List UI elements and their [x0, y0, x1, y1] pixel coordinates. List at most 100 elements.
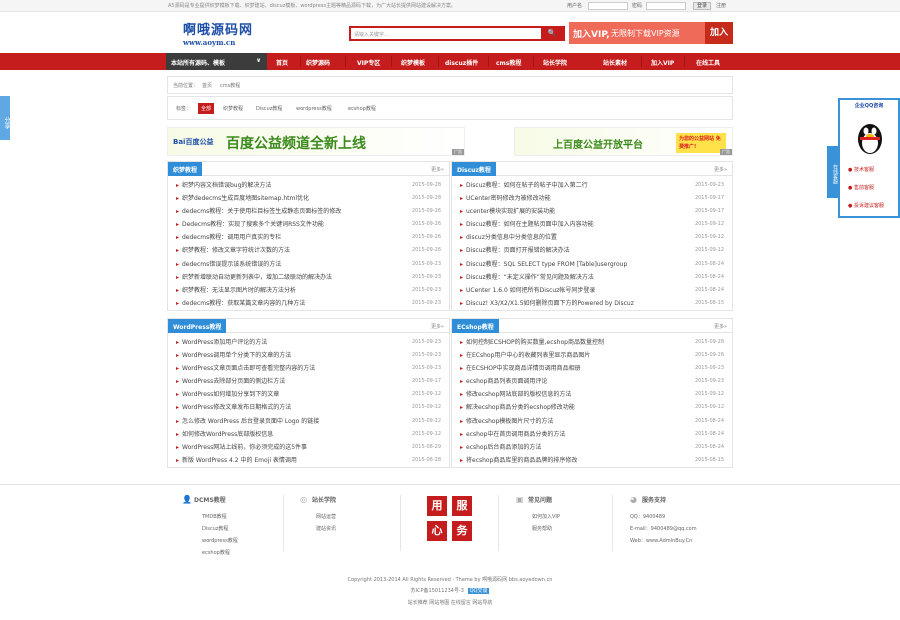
list-item[interactable]: ▸ WordPress添加用户评论的方法 2015-09-23: [176, 336, 441, 349]
article-title[interactable]: Discuz教程：如何在主题帖页面中加入内容功能: [466, 218, 594, 231]
footer-link[interactable]: ecshop教程: [202, 549, 230, 556]
site-logo[interactable]: 啊哦源码网 www.aoym.cn: [183, 19, 263, 47]
list-item[interactable]: ▸ 将ecshop商品库里的商品品牌的排序修改 2015-08-15: [460, 454, 724, 467]
box-title[interactable]: WordPress教程: [168, 319, 227, 333]
nav-item-webmaster-academy[interactable]: 站长学院: [543, 58, 567, 67]
list-item[interactable]: ▸ 织梦内容文档错误bug的解决方法 2015-09-28: [176, 179, 441, 192]
breadcrumb-home[interactable]: 首页: [202, 82, 212, 89]
list-item[interactable]: ▸ 织梦新增联动自动更新列表中，增加二级联动的解决办法 2015-09-23: [176, 271, 441, 284]
article-title[interactable]: ecshop中在首页调用商品分类的方法: [466, 428, 565, 441]
article-title[interactable]: Dedecms教程：实现了搜索多个关键词RSS文件功能: [182, 218, 324, 231]
article-title[interactable]: WordPress添加用户评论的方法: [182, 336, 267, 349]
article-title[interactable]: dedecms教程：获取某篇文章内容的几种方法: [182, 297, 305, 310]
footer-link[interactable]: 网站运营: [316, 513, 336, 520]
list-item[interactable]: ▸ UCenter密码修改为被修改功能 2015-09-17: [460, 192, 724, 205]
list-item[interactable]: ▸ 新版 WordPress 4.2 中的 Emoji 表情调用 2015-08-2…: [176, 454, 441, 467]
category-menu[interactable]: 本站所有源码、模板 ∨: [166, 53, 267, 70]
qq-contact-tech[interactable]: ● 技术客服: [848, 166, 874, 173]
search-input[interactable]: 请输入关键字...: [354, 31, 389, 38]
list-item[interactable]: ▸ 织梦教程：修改文章字符统计次数的方法 2015-09-26: [176, 244, 441, 257]
tag-wordpress[interactable]: wordpress教程: [296, 105, 332, 112]
qq-contact-complaint[interactable]: ● 投诉建议客服: [848, 202, 884, 209]
online-service-tab[interactable]: 在线客服: [827, 146, 838, 198]
list-item[interactable]: ▸ Discuz教程：“未定义操作”常见问题及解决方法 2015-08-24: [460, 271, 724, 284]
nav-item-online-tools[interactable]: 在线工具: [696, 58, 720, 67]
list-item[interactable]: ▸ Discuz教程：页面打开报错的解决办法 2015-09-12: [460, 244, 724, 257]
register-link[interactable]: 注册: [716, 2, 726, 9]
article-title[interactable]: discuz分类信息中分类信息的位置: [466, 231, 557, 244]
article-title[interactable]: UCenter 1.6.0 如何把所有Discuz帐号同步登录: [466, 284, 595, 297]
footer-link[interactable]: 建站资讯: [316, 525, 336, 532]
footer-link[interactable]: wordpress教程: [202, 537, 238, 544]
more-link[interactable]: 更多»: [431, 166, 444, 173]
list-item[interactable]: ▸ dedecms教程：调用用户真实的专栏 2015-09-26: [176, 231, 441, 244]
article-title[interactable]: WordPress调用单个分类下的文章的方法: [182, 349, 291, 362]
more-link[interactable]: 更多»: [714, 166, 727, 173]
list-item[interactable]: ▸ 织梦dedecms生成百度地图sitemap.html优化 2015-09-28: [176, 192, 441, 205]
list-item[interactable]: ▸ WordPress调用单个分类下的文章的方法 2015-09-23: [176, 349, 441, 362]
article-title[interactable]: 在ECSHOP中实现商品详情页调用商品相册: [466, 362, 581, 375]
list-item[interactable]: ▸ Discuz教程：如何在帖子的帖子中加入第二行 2015-09-23: [460, 179, 724, 192]
qq-chat-badge[interactable]: QQ交谈: [467, 588, 490, 594]
box-title[interactable]: ECshop教程: [452, 319, 499, 333]
article-title[interactable]: 织梦dedecms生成百度地图sitemap.html优化: [182, 192, 309, 205]
nav-item-dede-source[interactable]: 织梦源码: [306, 58, 330, 67]
nav-item-home[interactable]: 首页: [276, 58, 288, 67]
article-title[interactable]: Discuz! X3/X2/X1.5如何删除页面下方的Powered by Di…: [466, 297, 634, 310]
article-title[interactable]: dedecms教程：调用用户真实的专栏: [182, 231, 281, 244]
article-title[interactable]: WordPress文章页面点击即可查看完整内容的方法: [182, 362, 315, 375]
nav-item-webmaster-assets[interactable]: 站长素材: [603, 58, 627, 67]
list-item[interactable]: ▸ ecshop商品列表页面调用评论 2015-09-23: [460, 375, 724, 388]
footer-contact[interactable]: Web：www.AdminBuy.Cn: [630, 537, 692, 544]
vip-banner[interactable]: 加入VIP, 无限制下载VIP资源 加入: [569, 22, 733, 44]
search-button[interactable]: 🔍: [541, 28, 563, 39]
footer-link[interactable]: 服务帮助: [532, 525, 552, 532]
list-item[interactable]: ▸ WordPress修改文章发布日期格式的方法 2015-09-12: [176, 401, 441, 414]
list-item[interactable]: ▸ 如何修改WordPress底部版权信息 2015-09-12: [176, 428, 441, 441]
list-item[interactable]: ▸ 如何控制ECSHOP的购买数量,ecshop商品数量控制 2015-09-28: [460, 336, 724, 349]
list-item[interactable]: ▸ Discuz教程：如何在主题帖页面中加入内容功能 2015-09-12: [460, 218, 724, 231]
article-title[interactable]: 将ecshop商品库里的商品品牌的排序修改: [466, 454, 577, 467]
tag-dede[interactable]: 织梦教程: [223, 105, 243, 112]
username-input[interactable]: [588, 2, 628, 10]
article-title[interactable]: UCenter密码修改为被修改功能: [466, 192, 551, 205]
list-item[interactable]: ▸ Dedecms教程：实现了搜索多个关键词RSS文件功能 2015-09-26: [176, 218, 441, 231]
banner-baidu-charity[interactable]: Bai百度公益 百度公益频道全新上线 广告: [167, 127, 465, 156]
footer-link[interactable]: Discuz教程: [202, 525, 228, 532]
nav-item-dede-templates[interactable]: 织梦模板: [401, 58, 425, 67]
list-item[interactable]: ▸ ucenter模块实现扩展的安装功能 2015-09-17: [460, 205, 724, 218]
list-item[interactable]: ▸ WordPress文章页面点击即可查看完整内容的方法 2015-09-23: [176, 362, 441, 375]
qq-contact-sales[interactable]: ● 售前客服: [848, 184, 874, 191]
login-button[interactable]: 登录: [693, 2, 711, 10]
nav-item-cms-tutorials[interactable]: cms教程: [496, 58, 521, 67]
list-item[interactable]: ▸ ecshop中在首页调用商品分类的方法 2015-08-24: [460, 428, 724, 441]
list-item[interactable]: ▸ dedecms错误提示该系统错误的方法 2015-09-23: [176, 258, 441, 271]
list-item[interactable]: ▸ UCenter 1.6.0 如何把所有Discuz帐号同步登录 2015-08-…: [460, 284, 724, 297]
article-title[interactable]: Discuz教程：页面打开报错的解决办法: [466, 244, 570, 257]
article-title[interactable]: Discuz教程：SQL SELECT type FROM [Table]use…: [466, 258, 627, 271]
article-title[interactable]: ecshop商品列表页面调用评论: [466, 375, 547, 388]
icp-number[interactable]: 苏ICP备15011234号-3: [411, 588, 464, 594]
tag-ecshop[interactable]: ecshop教程: [348, 105, 376, 112]
article-title[interactable]: 织梦教程：修改文章字符统计次数的方法: [182, 244, 290, 257]
list-item[interactable]: ▸ Discuz教程：SQL SELECT type FROM [Table]us…: [460, 258, 724, 271]
article-title[interactable]: WordPress如何增加分享到下的文章: [182, 388, 279, 401]
article-title[interactable]: WordPress修改文章发布日期格式的方法: [182, 401, 291, 414]
box-title[interactable]: Discuz教程: [452, 162, 496, 176]
footer-contact[interactable]: E-mail：9400489@qq.com: [630, 525, 697, 532]
list-item[interactable]: ▸ dedecms教程：关于使用栏目标签生成静态页面标签的修改 2015-09-26: [176, 205, 441, 218]
article-title[interactable]: 如何控制ECSHOP的购买数量,ecshop商品数量控制: [466, 336, 604, 349]
list-item[interactable]: ▸ dedecms教程：获取某篇文章内容的几种方法 2015-09-23: [176, 297, 441, 310]
article-title[interactable]: dedecms错误提示该系统错误的方法: [182, 258, 281, 271]
more-link[interactable]: 更多»: [714, 323, 727, 330]
banner-baidu-open-platform[interactable]: 上百度公益开放平台 为您的公益网站 免费推广! 广告: [514, 127, 733, 156]
footer-link[interactable]: TMDB教程: [202, 513, 227, 520]
article-title[interactable]: 怎么修改 WordPress 后台登录页面中 Logo 的链接: [182, 415, 319, 428]
tag-all[interactable]: 全部: [198, 103, 215, 114]
article-title[interactable]: ecshop后台商品添加的方法: [466, 441, 541, 454]
list-item[interactable]: ▸ WordPress网站上线前，你必须完成的这5件事 2015-08-29: [176, 441, 441, 454]
list-item[interactable]: ▸ 修改ecshop模板图片尺寸的方法 2015-08-24: [460, 415, 724, 428]
list-item[interactable]: ▸ WordPress去除部分页面的侧边栏方法 2015-09-17: [176, 375, 441, 388]
article-title[interactable]: WordPress去除部分页面的侧边栏方法: [182, 375, 285, 388]
footer-link[interactable]: 如何加入VIP: [532, 513, 560, 520]
